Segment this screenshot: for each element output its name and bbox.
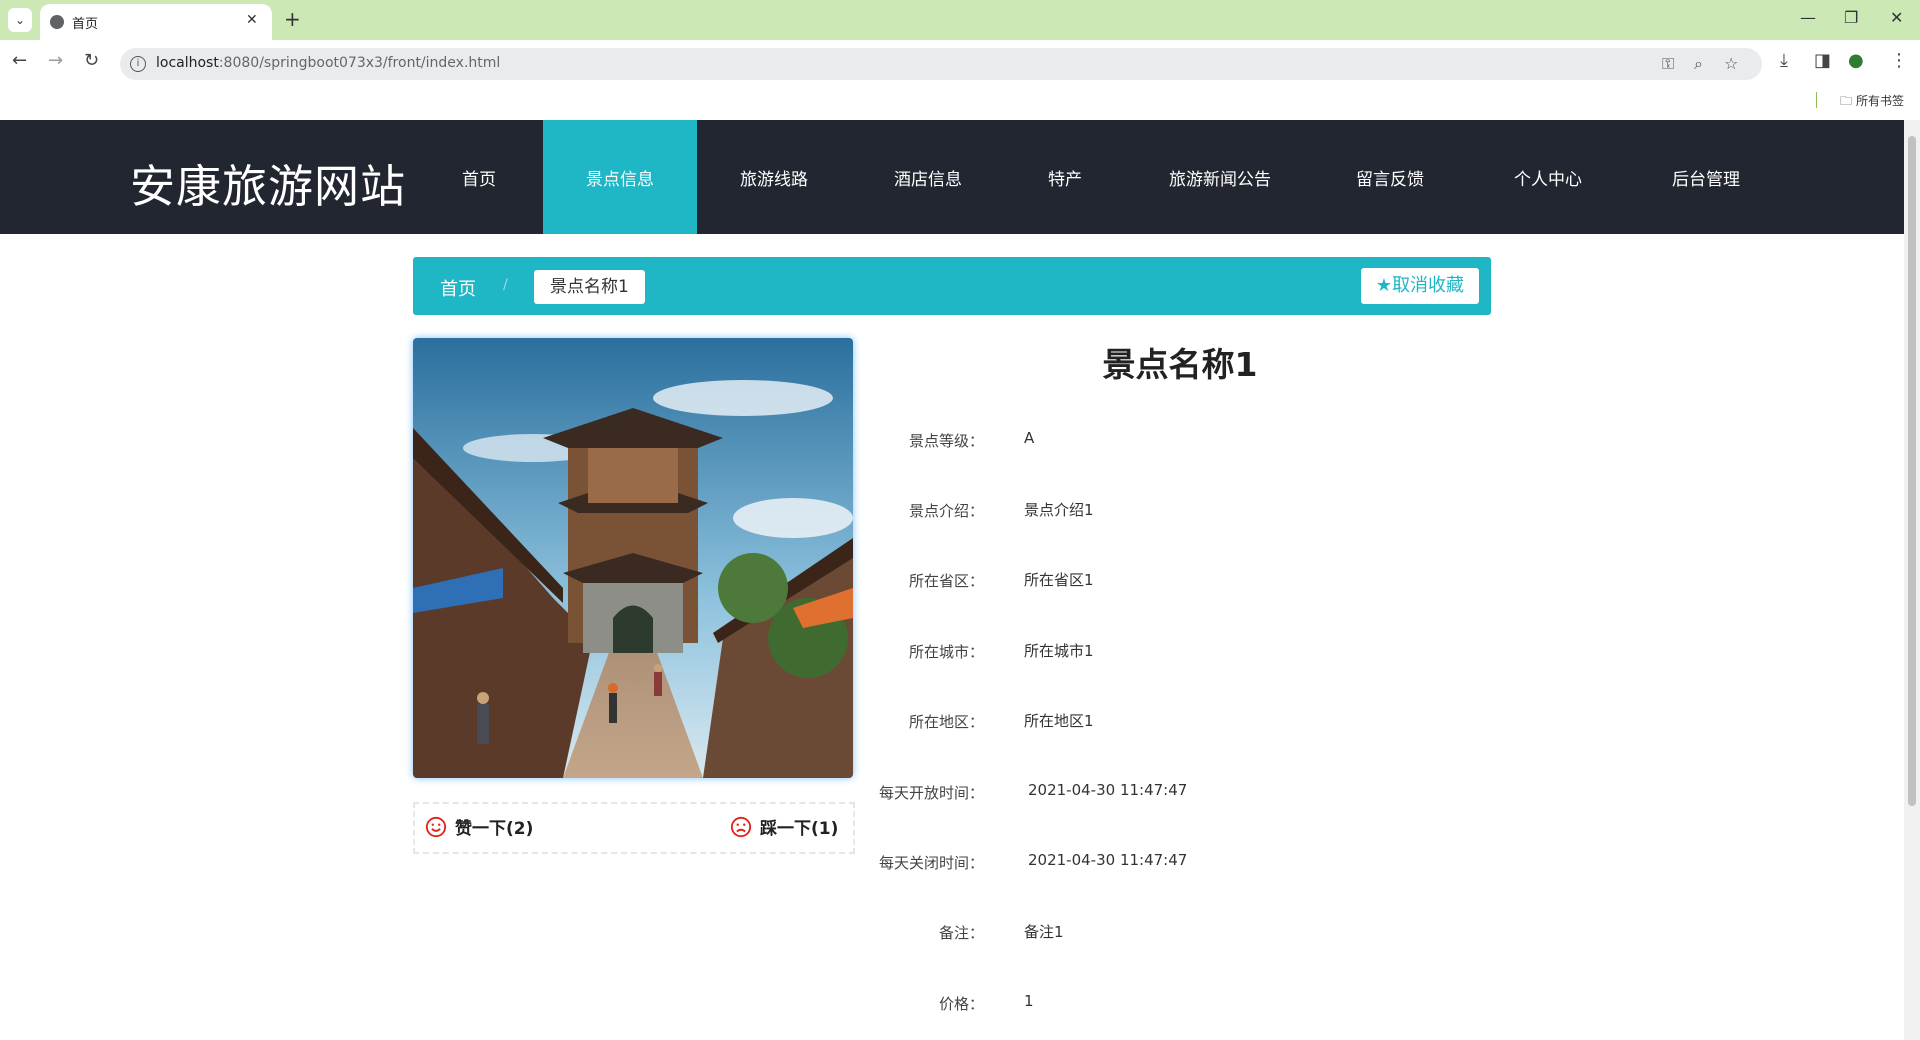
field-row-province: 所在省区： 所在省区1	[880, 570, 1480, 600]
field-value: 1	[1024, 992, 1034, 1010]
field-label: 每天关闭时间：	[878, 854, 984, 872]
vote-bar: 赞一下(2) 踩一下(1)	[413, 802, 855, 854]
bookmarks-divider	[1816, 92, 1817, 108]
field-label: 景点介绍：	[908, 502, 984, 520]
address-bar[interactable]: i localhost:8080/springboot073x3/front/i…	[120, 48, 1762, 80]
field-row-open-time: 每天开放时间： 2021-04-30 11:47:47	[878, 781, 1480, 812]
dislike-button[interactable]: 踩一下(1)	[730, 814, 838, 839]
browser-toolbar: ← → ↻ i localhost:8080/springboot073x3/f…	[0, 40, 1920, 86]
field-value: 2021-04-30 11:47:47	[1028, 781, 1188, 799]
field-row-district: 所在地区： 所在地区1	[880, 711, 1480, 741]
new-tab-plus-icon[interactable]: +	[284, 7, 301, 31]
site-header: 安康旅游网站 首页 景点信息 旅游线路 酒店信息 特产 旅游新闻公告 留言反馈 …	[0, 120, 1904, 234]
minimize-icon[interactable]: —	[1800, 8, 1816, 27]
tab-close-icon[interactable]: ✕	[246, 12, 258, 28]
nav-item-home[interactable]: 首页	[430, 120, 528, 234]
url-host: localhost	[156, 55, 219, 71]
field-row-remark: 备注： 备注1	[880, 922, 1480, 952]
all-bookmarks-label: 所有书签	[1855, 94, 1904, 108]
field-value: 备注1	[1024, 923, 1064, 941]
field-row-intro: 景点介绍： 景点介绍1	[880, 500, 1480, 530]
nav-item-user-center[interactable]: 个人中心	[1478, 120, 1618, 234]
field-label: 每天开放时间：	[878, 784, 984, 802]
nav-item-attractions[interactable]: 景点信息	[543, 120, 697, 234]
browser-menu-icon[interactable]: ⋮	[1890, 50, 1908, 71]
zoom-icon[interactable]: ⌕	[1694, 54, 1703, 74]
breadcrumb: 首页 / 景点名称1 ★取消收藏	[413, 257, 1491, 315]
field-row-level: 景点等级： A	[880, 429, 1480, 460]
attraction-title: 景点名称1	[1102, 345, 1258, 384]
breadcrumb-current: 景点名称1	[534, 270, 645, 304]
like-button[interactable]: 赞一下(2)	[425, 814, 533, 839]
web-page: 安康旅游网站 首页 景点信息 旅游线路 酒店信息 特产 旅游新闻公告 留言反馈 …	[0, 120, 1904, 1040]
site-info-icon[interactable]: i	[130, 56, 146, 72]
field-label: 价格：	[938, 995, 984, 1013]
bookmarks-bar: 🗀 所有书签	[0, 86, 1920, 120]
cancel-favorite-button[interactable]: ★取消收藏	[1361, 268, 1479, 304]
download-icon[interactable]: ⤓	[1780, 50, 1788, 71]
nav-item-admin[interactable]: 后台管理	[1636, 120, 1776, 234]
field-value: 所在城市1	[1024, 642, 1094, 660]
reload-icon[interactable]: ↻	[84, 50, 99, 71]
field-value: A	[1024, 429, 1035, 447]
side-panel-icon[interactable]: ◨	[1814, 50, 1831, 71]
bookmark-star-icon[interactable]: ☆	[1724, 54, 1738, 73]
star-icon: ★	[1375, 275, 1393, 296]
frown-icon	[730, 816, 752, 837]
like-label: 赞一下(2)	[455, 819, 534, 839]
url-text: localhost:8080/springboot073x3/front/ind…	[156, 55, 500, 71]
scrollbar-thumb[interactable]	[1908, 136, 1916, 806]
key-icon[interactable]: ⚿	[1662, 54, 1674, 74]
field-value: 所在省区1	[1024, 571, 1094, 589]
breadcrumb-separator: /	[503, 277, 508, 293]
field-label: 所在省区：	[908, 572, 984, 590]
browser-tab[interactable]: 首页 ✕	[40, 4, 272, 40]
nav-item-news[interactable]: 旅游新闻公告	[1140, 120, 1300, 234]
breadcrumb-home-link[interactable]: 首页	[440, 275, 476, 301]
globe-icon	[50, 15, 64, 29]
tab-title: 首页	[72, 17, 99, 32]
field-value: 景点介绍1	[1024, 501, 1094, 519]
nav-item-hotels[interactable]: 酒店信息	[858, 120, 998, 234]
cancel-favorite-label: 取消收藏	[1392, 275, 1465, 296]
nav-item-routes[interactable]: 旅游线路	[704, 120, 844, 234]
attraction-photo-illustration	[413, 338, 853, 778]
all-bookmarks-button[interactable]: 🗀 所有书签	[1840, 92, 1904, 113]
back-arrow-icon[interactable]: ←	[12, 50, 27, 71]
field-label: 景点等级：	[908, 432, 984, 450]
tab-search-chevron-icon[interactable]: ⌄	[8, 8, 32, 32]
smile-icon	[425, 816, 447, 837]
window-close-icon[interactable]: ✕	[1890, 8, 1903, 27]
browser-tab-strip: ⌄ 首页 ✕ + — ❐ ✕	[0, 0, 1920, 40]
profile-avatar-icon[interactable]: ●	[1848, 50, 1864, 71]
url-path: :8080/springboot073x3/front/index.html	[218, 55, 501, 71]
nav-item-specialties[interactable]: 特产	[1010, 120, 1120, 234]
dislike-label: 踩一下(1)	[760, 819, 839, 839]
field-value: 所在地区1	[1024, 712, 1094, 730]
field-row-price: 价格： 1	[880, 992, 1480, 1023]
restore-icon[interactable]: ❐	[1844, 8, 1858, 27]
site-title: 安康旅游网站	[130, 160, 407, 213]
attraction-photo	[413, 338, 853, 778]
field-label: 所在城市：	[908, 643, 984, 661]
field-row-close-time: 每天关闭时间： 2021-04-30 11:47:47	[878, 851, 1480, 882]
field-value: 2021-04-30 11:47:47	[1028, 851, 1188, 869]
field-label: 备注：	[938, 924, 984, 942]
forward-arrow-icon[interactable]: →	[48, 50, 63, 71]
folder-icon: 🗀	[1840, 94, 1856, 108]
field-row-city: 所在城市： 所在城市1	[880, 641, 1480, 671]
field-label: 所在地区：	[908, 713, 984, 731]
nav-item-feedback[interactable]: 留言反馈	[1320, 120, 1460, 234]
page-scrollbar[interactable]	[1904, 120, 1920, 1040]
